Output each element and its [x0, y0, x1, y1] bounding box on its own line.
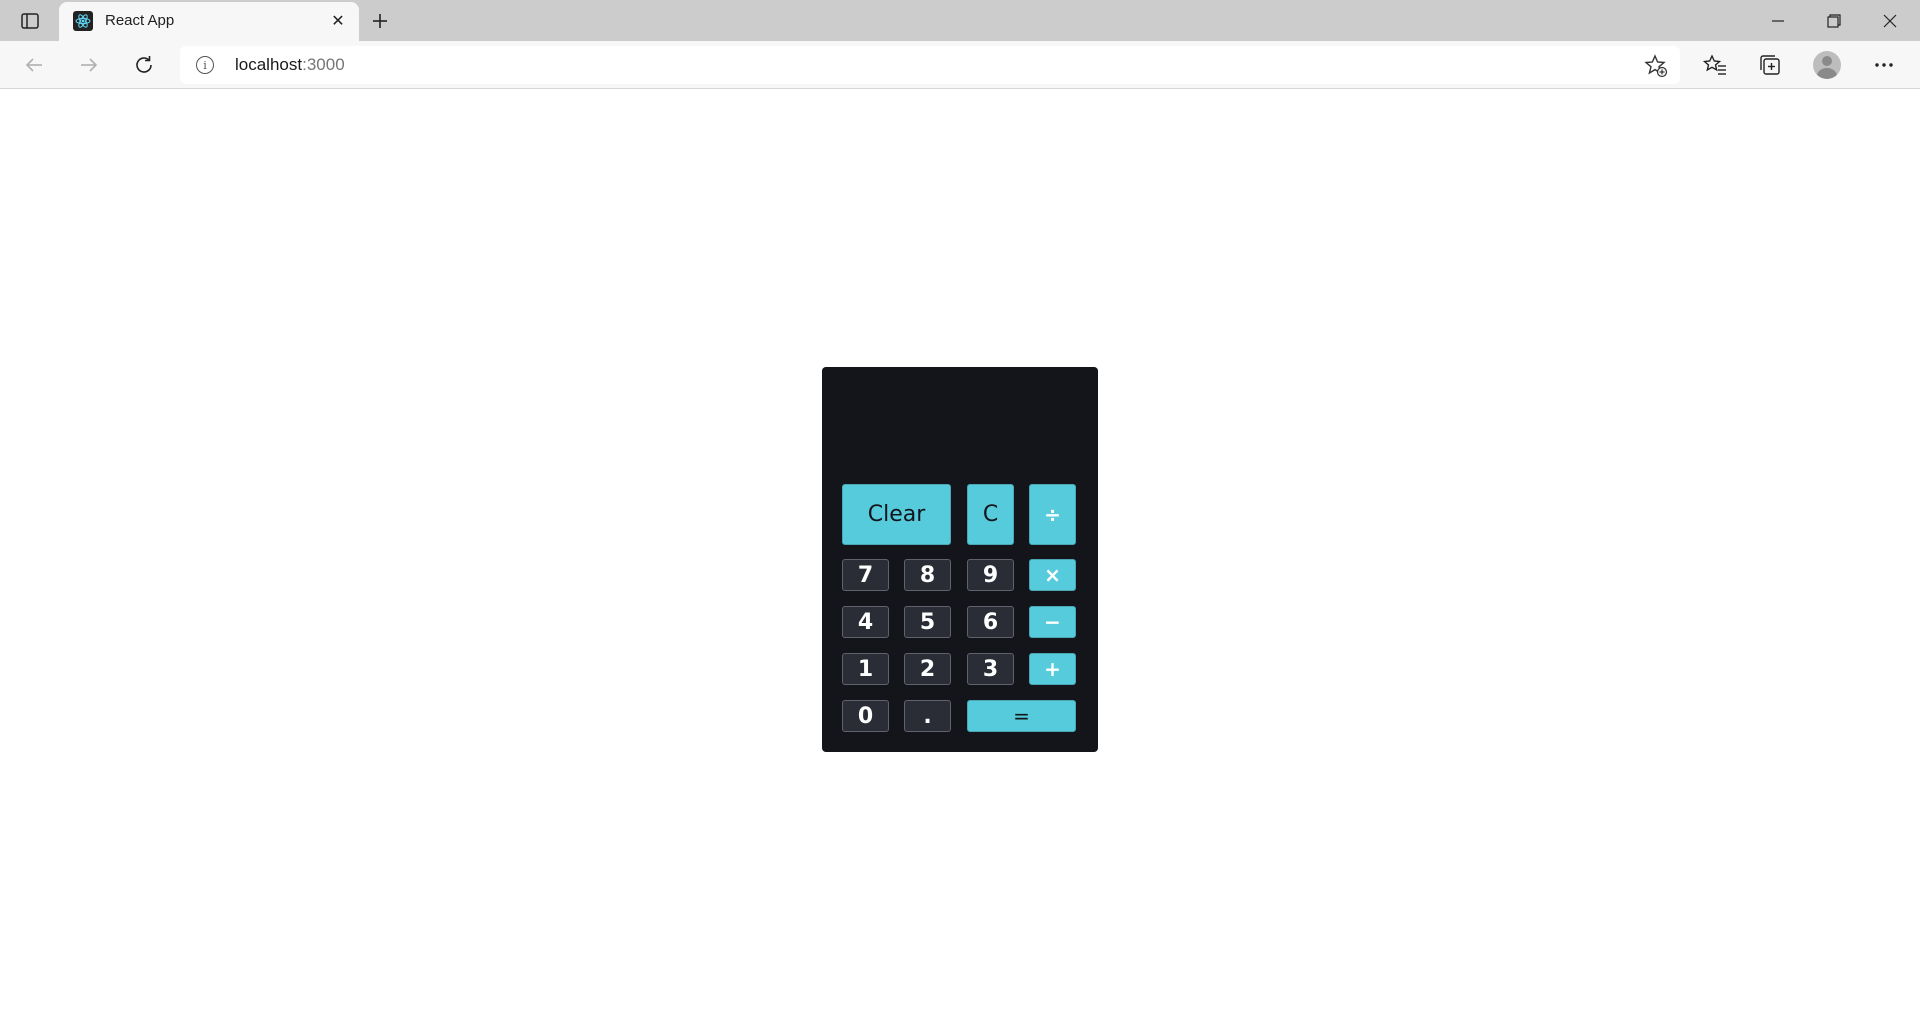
add-button[interactable]: + [1029, 653, 1076, 685]
decimal-button[interactable]: . [904, 700, 951, 732]
two-button[interactable]: 2 [904, 653, 951, 685]
url-host: localhost [235, 55, 303, 74]
add-favorite-icon[interactable] [1644, 54, 1668, 78]
more-menu-icon[interactable] [1866, 47, 1902, 83]
minimize-icon[interactable] [1750, 0, 1806, 41]
multiply-button[interactable]: × [1029, 559, 1076, 591]
equals-button[interactable]: = [967, 700, 1076, 732]
favorites-icon[interactable] [1697, 47, 1733, 83]
react-favicon-icon [73, 11, 93, 31]
restore-icon[interactable] [1806, 0, 1862, 41]
avatar [1813, 51, 1841, 79]
six-button[interactable]: 6 [967, 606, 1014, 638]
tab-actions-icon[interactable] [14, 9, 46, 33]
clear-button[interactable]: Clear [842, 484, 951, 545]
calculator-display [842, 379, 1078, 469]
c-button[interactable]: C [967, 484, 1014, 545]
tab-close-icon[interactable]: ✕ [327, 10, 349, 32]
site-info-icon[interactable]: i [196, 56, 214, 74]
close-window-icon[interactable] [1862, 0, 1918, 41]
four-button[interactable]: 4 [842, 606, 889, 638]
address-bar[interactable]: i localhost:3000 [180, 46, 1680, 84]
calculator: Clear C ÷ 7 8 9 × 4 5 6 − 1 2 3 + 0 . = [822, 367, 1098, 752]
profile-avatar-icon[interactable] [1809, 47, 1845, 83]
collections-icon[interactable] [1752, 47, 1788, 83]
five-button[interactable]: 5 [904, 606, 951, 638]
divide-button[interactable]: ÷ [1029, 484, 1076, 545]
subtract-button[interactable]: − [1029, 606, 1076, 638]
tab-title: React App [105, 12, 175, 29]
forward-arrow-icon[interactable] [71, 47, 107, 83]
refresh-icon[interactable] [126, 47, 162, 83]
browser-toolbar: i localhost:3000 [0, 41, 1920, 89]
active-tab[interactable]: React App ✕ [59, 2, 359, 41]
back-arrow-icon[interactable] [16, 47, 52, 83]
seven-button[interactable]: 7 [842, 559, 889, 591]
new-tab-icon[interactable] [366, 8, 394, 34]
three-button[interactable]: 3 [967, 653, 1014, 685]
url-text: localhost:3000 [235, 55, 345, 75]
browser-tab-bar: React App ✕ [0, 0, 1920, 41]
nine-button[interactable]: 9 [967, 559, 1014, 591]
zero-button[interactable]: 0 [842, 700, 889, 732]
url-port: :3000 [302, 55, 345, 74]
one-button[interactable]: 1 [842, 653, 889, 685]
eight-button[interactable]: 8 [904, 559, 951, 591]
